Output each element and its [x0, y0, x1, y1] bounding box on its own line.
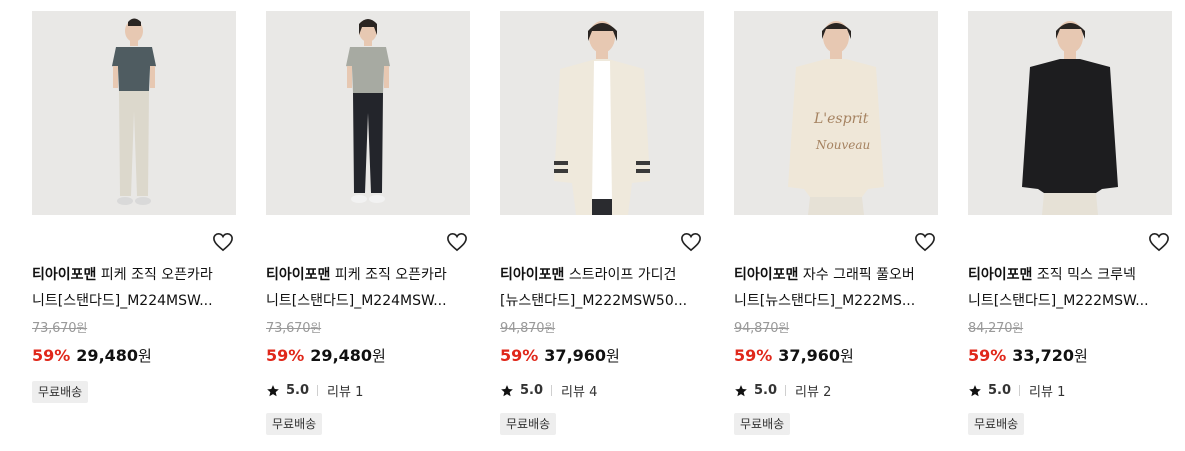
rating-row: 5.0 리뷰 2	[734, 381, 831, 400]
rating-score: 5.0	[988, 383, 1012, 398]
original-price: 94,870원	[500, 321, 556, 336]
rating-score: 5.0	[520, 383, 544, 398]
sale-price-row: 59% 29,480원	[32, 346, 152, 365]
discount-rate: 59%	[32, 346, 71, 365]
product-image[interactable]: L'esprit Nouveau	[734, 11, 938, 215]
sale-price: 29,480	[76, 346, 139, 365]
svg-text:Nouveau: Nouveau	[815, 138, 870, 152]
free-shipping-badge: 무료배송	[32, 381, 89, 403]
rating-score: 5.0	[754, 383, 778, 398]
brand-name: 티아이포맨	[968, 267, 1033, 283]
product-title[interactable]: 티아이포맨 피케 조직 오픈카라 니트[스탠다드]_M224MSW...	[32, 262, 238, 314]
divider	[551, 385, 553, 396]
svg-text:L'esprit: L'esprit	[813, 111, 869, 127]
product-name-line2: 니트[뉴스탠다드]_M222MS...	[734, 293, 916, 309]
sale-price: 37,960	[544, 346, 607, 365]
divider	[317, 385, 319, 396]
rating-score: 5.0	[286, 383, 310, 398]
heart-outline-icon[interactable]	[1148, 232, 1170, 252]
product-name-line1: 피케 조직 오픈카라	[100, 267, 213, 283]
heart-outline-icon[interactable]	[914, 232, 936, 252]
product-grid: 티아이포맨 피케 조직 오픈카라 니트[스탠다드]_M224MSW... 73,…	[0, 0, 1185, 451]
discount-rate: 59%	[266, 346, 305, 365]
divider	[1019, 385, 1021, 396]
product-card[interactable]: 티아이포맨 스트라이프 가디건 [뉴스탠다드]_M222MSW50... 94,…	[500, 11, 704, 435]
product-card[interactable]: 티아이포맨 피케 조직 오픈카라 니트[스탠다드]_M224MSW... 73,…	[32, 11, 236, 403]
heart-outline-icon[interactable]	[446, 232, 468, 252]
original-price: 94,870원	[734, 321, 790, 336]
product-name-line1: 스트라이프 가디건	[568, 267, 677, 283]
brand-name: 티아이포맨	[500, 267, 565, 283]
brand-name: 티아이포맨	[734, 267, 799, 283]
discount-rate: 59%	[968, 346, 1007, 365]
sale-price: 29,480	[310, 346, 373, 365]
product-image[interactable]	[266, 11, 470, 215]
divider	[785, 385, 787, 396]
sale-price-row: 59% 37,960원	[734, 346, 854, 365]
product-name-line2: 니트[스탠다드]_M224MSW...	[266, 293, 447, 309]
product-name-line2: 니트[스탠다드]_M222MSW...	[968, 293, 1149, 309]
discount-rate: 59%	[500, 346, 539, 365]
original-price: 84,270원	[968, 321, 1024, 336]
original-price: 73,670원	[32, 321, 88, 336]
product-name-line2: [뉴스탠다드]_M222MSW50...	[500, 293, 688, 309]
review-count[interactable]: 리뷰 2	[795, 381, 831, 400]
star-icon	[969, 384, 981, 396]
product-title[interactable]: 티아이포맨 자수 그래픽 풀오버 니트[뉴스탠다드]_M222MS...	[734, 262, 940, 314]
heart-outline-icon[interactable]	[680, 232, 702, 252]
rating-row: 5.0 리뷰 1	[968, 381, 1065, 400]
rating-row: 5.0 리뷰 1	[266, 381, 363, 400]
product-card[interactable]: 티아이포맨 피케 조직 오픈카라 니트[스탠다드]_M224MSW... 73,…	[266, 11, 470, 435]
original-price: 73,670원	[266, 321, 322, 336]
sale-price: 33,720	[1012, 346, 1075, 365]
free-shipping-badge: 무료배송	[266, 413, 323, 435]
product-name-line1: 피케 조직 오픈카라	[334, 267, 447, 283]
review-count[interactable]: 리뷰 1	[327, 381, 363, 400]
product-name-line1: 자수 그래픽 풀오버	[802, 267, 915, 283]
free-shipping-badge: 무료배송	[500, 413, 557, 435]
sale-price-row: 59% 33,720원	[968, 346, 1088, 365]
sale-price-row: 59% 37,960원	[500, 346, 620, 365]
review-count[interactable]: 리뷰 4	[561, 381, 597, 400]
brand-name: 티아이포맨	[266, 267, 331, 283]
product-image[interactable]	[500, 11, 704, 215]
product-title[interactable]: 티아이포맨 피케 조직 오픈카라 니트[스탠다드]_M224MSW...	[266, 262, 472, 314]
product-name-line2: 니트[스탠다드]_M224MSW...	[32, 293, 213, 309]
product-card[interactable]: L'esprit Nouveau 티아이포맨 자수 그래픽 풀오버 니트[뉴스탠…	[734, 11, 938, 435]
star-icon	[267, 384, 279, 396]
heart-outline-icon[interactable]	[212, 232, 234, 252]
product-image[interactable]	[32, 11, 236, 215]
product-name-line1: 조직 믹스 크루넥	[1036, 267, 1136, 283]
free-shipping-badge: 무료배송	[968, 413, 1025, 435]
product-image[interactable]	[968, 11, 1172, 215]
product-title[interactable]: 티아이포맨 조직 믹스 크루넥 니트[스탠다드]_M222MSW...	[968, 262, 1174, 314]
product-title[interactable]: 티아이포맨 스트라이프 가디건 [뉴스탠다드]_M222MSW50...	[500, 262, 706, 314]
sale-price-row: 59% 29,480원	[266, 346, 386, 365]
rating-row: 5.0 리뷰 4	[500, 381, 597, 400]
discount-rate: 59%	[734, 346, 773, 365]
review-count[interactable]: 리뷰 1	[1029, 381, 1065, 400]
product-card[interactable]: 티아이포맨 조직 믹스 크루넥 니트[스탠다드]_M222MSW... 84,2…	[968, 11, 1172, 435]
star-icon	[501, 384, 513, 396]
star-icon	[735, 384, 747, 396]
brand-name: 티아이포맨	[32, 267, 97, 283]
free-shipping-badge: 무료배송	[734, 413, 791, 435]
sale-price: 37,960	[778, 346, 841, 365]
